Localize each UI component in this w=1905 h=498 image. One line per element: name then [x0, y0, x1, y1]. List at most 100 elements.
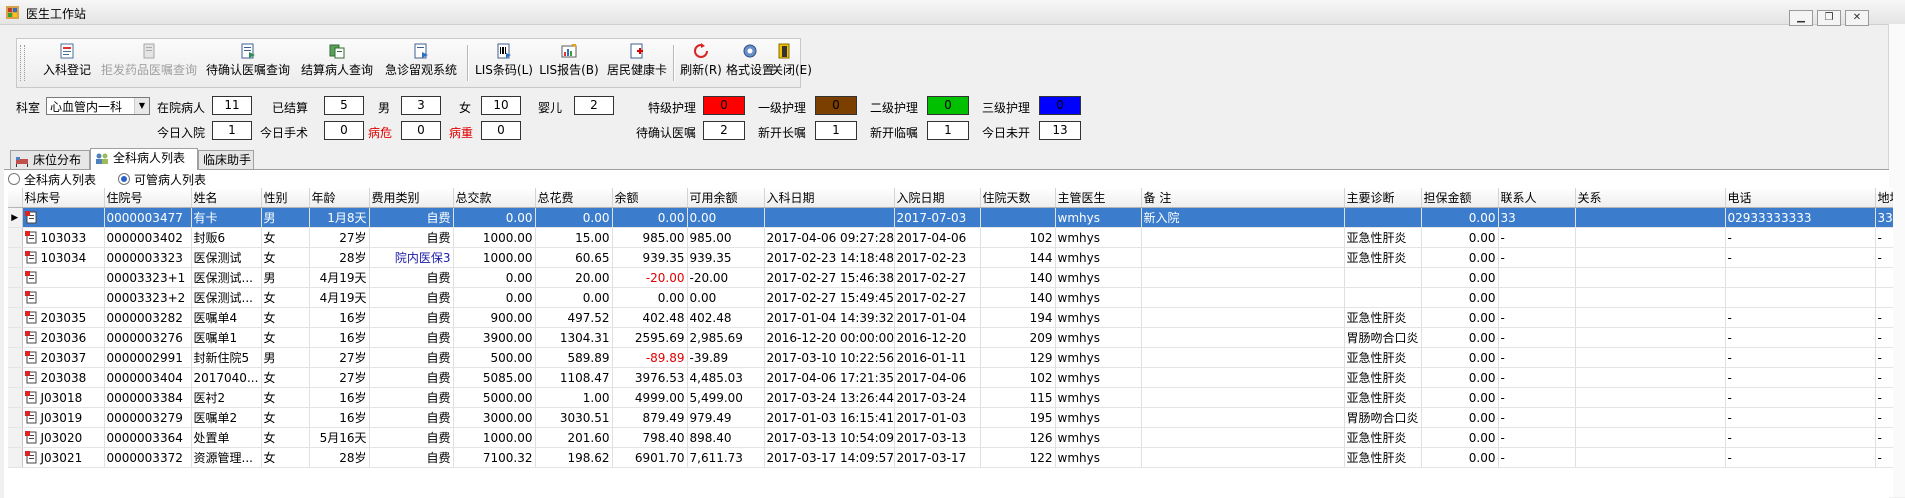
col-header[interactable]: 备 注 — [1141, 188, 1345, 208]
col-header[interactable]: 总交款 — [453, 188, 536, 208]
table-cell: - — [1725, 327, 1876, 348]
table-row[interactable]: 203037 0000002991 封新住院5 男 27岁 自费 500.00 589.89-… — [8, 347, 1893, 368]
format-settings-button[interactable]: 格式设置 — [725, 43, 775, 83]
col-header[interactable]: 入科日期 — [764, 188, 895, 208]
emergency-button[interactable]: 急诊留观系统 — [381, 43, 461, 83]
table-row[interactable]: ▶ 0000003477 有卡男 1月8天 自费 0.00 0.00 0.00 0.00 2017… — [8, 207, 1893, 228]
today-surgery-count: 0 — [324, 121, 364, 140]
refresh-button[interactable]: 刷新(R) — [679, 43, 723, 83]
table-cell: 129 — [980, 347, 1056, 368]
table-row[interactable]: J03018 0000003384 医衬2 女 16岁 自费 5000.00 1.00 4999… — [8, 387, 1893, 408]
bed-number: 103033 — [40, 230, 87, 245]
table-cell: wmhys — [1055, 387, 1142, 408]
tab-clinical-assistant[interactable]: 临床助手 — [198, 150, 254, 169]
lis-barcode-button[interactable]: LIS条码(L) — [473, 43, 535, 83]
table-cell: 102 — [980, 227, 1056, 248]
row-indicator[interactable] — [8, 267, 23, 288]
row-indicator[interactable] — [8, 227, 23, 248]
tab-all-patients[interactable]: 全科病人列表 — [90, 148, 198, 170]
health-card-button[interactable]: 居民健康卡 — [605, 43, 669, 83]
col-header[interactable]: 住院天数 — [980, 188, 1056, 208]
row-indicator[interactable] — [8, 407, 23, 428]
dept-select[interactable]: 心血管内一科 ▼ — [46, 97, 150, 115]
table-row[interactable]: J03021 0000003372 资源管理... 女 28岁 自费 7100.32 198.… — [8, 447, 1893, 468]
lis-report-button[interactable]: LIS报告(B) — [537, 43, 601, 83]
col-header[interactable]: 可用余额 — [687, 188, 765, 208]
patient-grid[interactable]: 科床号 住院号 姓名 性别 年龄 费用类别 总交款 总花费 余额 可用余额 入科… — [8, 188, 1893, 497]
row-indicator[interactable]: ▶ — [8, 207, 23, 228]
table-row[interactable]: 103033 0000003402 封贩6 女 27岁 自费 1000.00 15.00 985… — [8, 227, 1893, 248]
col-header[interactable]: 主要诊断 — [1344, 188, 1422, 208]
col-header[interactable]: 年龄 — [309, 188, 370, 208]
col-header[interactable]: 担保金额 — [1421, 188, 1499, 208]
close-app-button[interactable]: 关闭(E) — [771, 43, 812, 83]
col-header[interactable]: 费用类别 — [369, 188, 454, 208]
reject-query-button[interactable]: 拒发药品医嘱查询 — [99, 43, 199, 83]
tab-bed-distribution[interactable]: 床位分布 — [10, 150, 90, 169]
table-header-row: 科床号 住院号 姓名 性别 年龄 费用类别 总交款 总花费 余额 可用余额 入科… — [8, 188, 1893, 208]
settle-query-button[interactable]: 结算病人查询 — [297, 43, 377, 83]
tab-clinical-assistant-label: 临床助手 — [203, 153, 252, 167]
health-card-label: 居民健康卡 — [606, 63, 667, 77]
col-header[interactable]: 总花费 — [535, 188, 613, 208]
col-header[interactable]: 关系 — [1575, 188, 1726, 208]
row-indicator[interactable] — [8, 387, 23, 408]
row-indicator[interactable] — [8, 347, 23, 368]
col-header[interactable]: 住院号 — [104, 188, 192, 208]
pending-order-button[interactable]: 待确认医嘱查询 — [203, 43, 293, 83]
row-indicator[interactable] — [8, 287, 23, 308]
col-header[interactable]: 性别 — [261, 188, 310, 208]
close-button[interactable]: ✕ — [1845, 10, 1869, 26]
table-cell: 00003323+1 — [104, 267, 192, 288]
bed-number: J03018 — [40, 390, 83, 405]
table-cell: 1月8天 — [309, 207, 370, 228]
col-header[interactable]: 电话 — [1725, 188, 1876, 208]
table-row[interactable]: 203036 0000003276 医嘱单1 女 16岁 自费 3900.00 1304.31… — [8, 327, 1893, 348]
row-indicator[interactable] — [8, 447, 23, 468]
col-header[interactable]: 科床号 — [22, 188, 105, 208]
table-cell: 男 — [261, 347, 310, 368]
row-indicator[interactable] — [8, 307, 23, 328]
table-row[interactable]: J03020 0000003364 处置单女 5月16天 自费 1000.00 201.60… — [8, 427, 1893, 448]
table-cell: 194 — [980, 307, 1056, 328]
care1-label: 一级护理 — [758, 101, 807, 115]
table-cell: 2017-04-06 — [894, 367, 981, 388]
col-header[interactable]: 主管医生 — [1055, 188, 1142, 208]
chevron-down-icon[interactable]: ▼ — [134, 98, 149, 114]
restore-button[interactable]: ❐ — [1817, 10, 1841, 26]
row-indicator[interactable] — [8, 427, 23, 448]
radio-all-patients[interactable]: 全科病人列表 — [8, 171, 96, 188]
table-cell: 209 — [980, 327, 1056, 348]
table-row[interactable]: 203035 0000003282 医嘱单4 女 16岁 自费 900.00 497.52 40… — [8, 307, 1893, 328]
col-header[interactable]: 余额 — [612, 188, 688, 208]
table-cell: 589.89 — [535, 347, 613, 368]
row-indicator[interactable] — [8, 367, 23, 388]
col-header[interactable]: 地址 — [1875, 188, 1893, 208]
minimize-button[interactable]: ▁ — [1789, 10, 1813, 26]
col-header[interactable]: 联系人 — [1498, 188, 1576, 208]
header-indicator — [8, 188, 23, 208]
table-cell — [980, 207, 1056, 228]
dept-label: 科室 — [16, 101, 41, 115]
table-row[interactable]: 103034 0000003323 医保测试女 28岁 院内医保3 1000.00 60.6… — [8, 247, 1893, 268]
table-cell: 1304.31 — [535, 327, 613, 348]
table-row[interactable]: J03019 0000003279 医嘱单2 女 16岁 自费 3000.00 3030.51… — [8, 407, 1893, 428]
table-cell: wmhys — [1055, 367, 1142, 388]
radio-managed-patients[interactable]: 可管病人列表 — [118, 171, 206, 188]
table-cell: 103033 — [22, 227, 105, 248]
toolbar-grip[interactable] — [20, 45, 25, 81]
table-cell: 979.49 — [687, 407, 765, 428]
col-header[interactable]: 入院日期 — [894, 188, 981, 208]
admit-button[interactable]: 入科登记 — [39, 43, 95, 83]
table-row[interactable]: 00003323+2 医保测试... 女 4月19天 自费 0.00 0.00 0.00 0.0… — [8, 287, 1893, 308]
table-cell: 2017-01-03 — [894, 407, 981, 428]
bed-number: 203037 — [40, 350, 87, 365]
table-row[interactable]: 203038 0000003404 2017040... 女 27岁 自费 5085.00 1… — [8, 367, 1893, 388]
col-header[interactable]: 姓名 — [191, 188, 262, 208]
row-indicator[interactable] — [8, 327, 23, 348]
row-indicator[interactable] — [8, 247, 23, 268]
table-body: ▶ 0000003477 有卡男 1月8天 自费 0.00 0.00 0.00 0.00 2017… — [8, 207, 1893, 468]
table-row[interactable]: 00003323+1 医保测试... 男 4月19天 自费 0.00 20.00 -20.00… — [8, 267, 1893, 288]
female-count: 10 — [481, 96, 521, 115]
patient-record-icon — [24, 370, 36, 383]
